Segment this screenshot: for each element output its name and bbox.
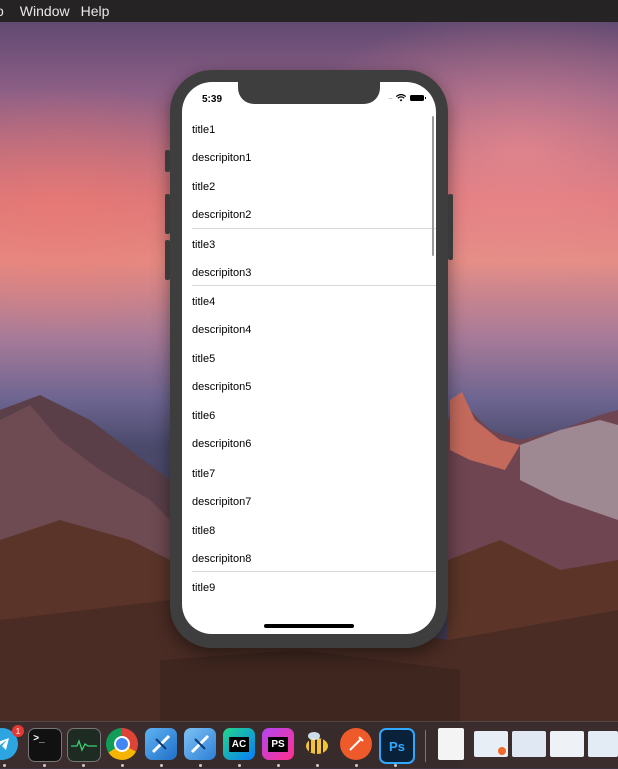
running-indicator — [394, 764, 397, 767]
scroll-indicator[interactable] — [432, 116, 434, 256]
power-button — [448, 194, 453, 260]
notch — [238, 82, 380, 104]
signal-icon: .... — [388, 94, 393, 101]
xcode-icon[interactable] — [145, 728, 177, 760]
item-title: title7 — [192, 467, 216, 480]
item-description: descripiton4 — [192, 323, 252, 336]
appcode-icon[interactable]: AC — [223, 728, 255, 760]
mute-switch — [165, 150, 170, 172]
item-description: descripiton8 — [192, 553, 252, 566]
list-item[interactable]: title6 descripiton6 — [182, 400, 436, 457]
list-item[interactable]: title5 descripiton5 — [182, 343, 436, 400]
iphone-simulator: 5:39 .... title1 descripiton1 title2 des… — [165, 70, 453, 648]
chrome-center — [114, 736, 130, 752]
dock: 1 >_ AC PS Ps — [0, 721, 618, 769]
paw-app-icon[interactable] — [340, 728, 372, 760]
item-description: descripiton7 — [192, 495, 252, 508]
item-title: title2 — [192, 181, 216, 194]
phpstorm-icon[interactable]: PS — [262, 728, 294, 760]
item-title: title1 — [192, 124, 216, 136]
photoshop-label: Ps — [389, 738, 405, 754]
menu-item-partial[interactable]: o — [0, 3, 20, 19]
menu-bar: o Window Help — [0, 0, 618, 22]
recent-document-1-icon[interactable] — [474, 731, 508, 757]
item-title: title3 — [192, 238, 216, 251]
item-title: title8 — [192, 525, 216, 538]
running-indicator — [316, 764, 319, 767]
list-item[interactable]: title9 — [182, 572, 436, 629]
running-indicator — [43, 764, 46, 767]
list-item[interactable]: title3 descripiton3 — [182, 229, 436, 287]
chrome-icon[interactable] — [106, 728, 138, 760]
phpstorm-label: PS — [268, 736, 288, 752]
home-indicator[interactable] — [264, 624, 354, 628]
list-item[interactable]: title7 descripiton7 — [182, 458, 436, 515]
recent-document-3-icon[interactable] — [550, 731, 584, 757]
activity-monitor-icon[interactable] — [67, 728, 101, 762]
running-indicator — [238, 764, 241, 767]
list-item[interactable]: title4 descripiton4 — [182, 286, 436, 343]
item-description: descripiton1 — [192, 152, 252, 164]
notification-badge: 1 — [12, 725, 24, 737]
item-title: title5 — [192, 353, 216, 366]
status-icons: .... — [388, 94, 426, 102]
volume-down-button — [165, 240, 170, 280]
recent-document-2-icon[interactable] — [512, 731, 546, 757]
running-indicator — [277, 764, 280, 767]
bee-app-icon[interactable] — [301, 728, 333, 760]
wifi-icon — [396, 94, 406, 102]
item-description: descripiton5 — [192, 381, 252, 394]
phone-screen: 5:39 .... title1 descripiton1 title2 des… — [182, 82, 436, 634]
list-item[interactable]: title8 descripiton8 — [182, 515, 436, 573]
item-title: title6 — [192, 410, 216, 423]
item-description: descripiton2 — [192, 209, 252, 222]
running-indicator — [121, 764, 124, 767]
dock-separator — [425, 730, 426, 762]
item-title: title9 — [192, 582, 216, 595]
running-indicator — [355, 764, 358, 767]
list-item[interactable]: title1 descripiton1 — [182, 114, 436, 171]
recent-document-4-icon[interactable] — [588, 731, 618, 757]
item-description: descripiton3 — [192, 266, 252, 279]
running-indicator — [160, 764, 163, 767]
xcode-beta-icon[interactable] — [184, 728, 216, 760]
document-icon[interactable] — [438, 728, 464, 760]
list-item[interactable]: title2 descripiton2 — [182, 171, 436, 229]
item-title: title4 — [192, 295, 216, 308]
volume-up-button — [165, 194, 170, 234]
running-indicator — [199, 764, 202, 767]
table-view[interactable]: title1 descripiton1 title2 descripiton2 … — [182, 114, 436, 630]
menu-item-help[interactable]: Help — [81, 3, 121, 19]
running-indicator — [3, 764, 6, 767]
battery-icon — [410, 95, 426, 101]
badge-icon — [498, 747, 506, 755]
photoshop-icon[interactable]: Ps — [379, 728, 415, 764]
menu-item-window[interactable]: Window — [20, 3, 81, 19]
item-description: descripiton6 — [192, 438, 252, 451]
terminal-prompt-glyph: >_ — [33, 732, 45, 744]
status-time: 5:39 — [202, 94, 223, 105]
appcode-label: AC — [228, 736, 250, 752]
terminal-icon[interactable]: >_ — [28, 728, 62, 762]
running-indicator — [82, 764, 85, 767]
